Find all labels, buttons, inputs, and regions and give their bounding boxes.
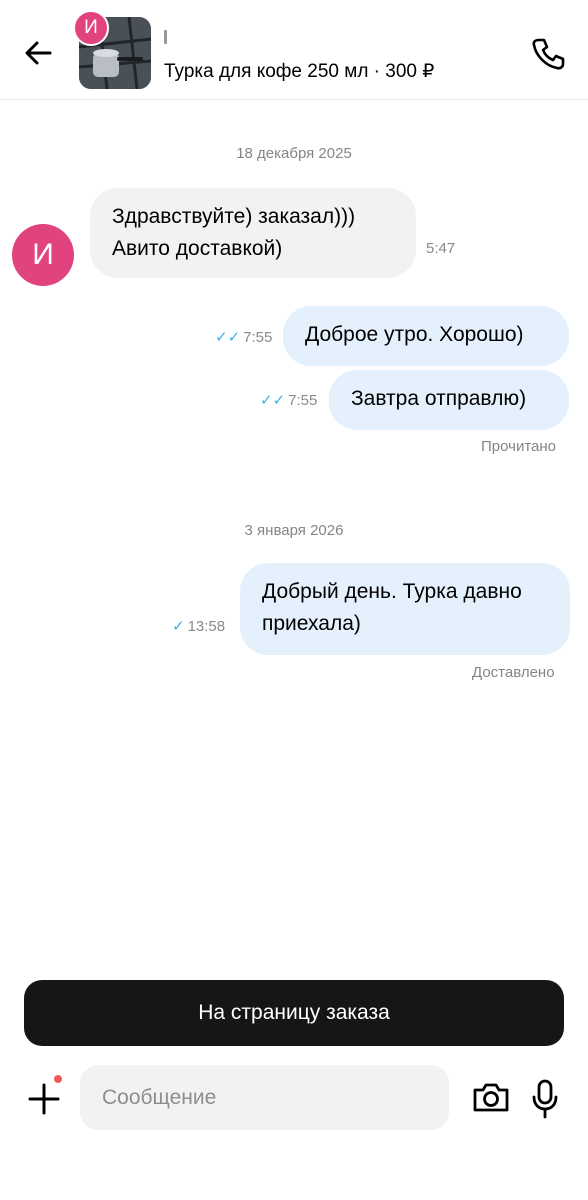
time-label: 5:47 — [426, 240, 456, 257]
read-checks-icon: ✓✓ — [260, 392, 286, 409]
message-meta: ✓✓ 7:55 — [260, 391, 318, 410]
composer-area: На страницу заказа — [0, 955, 588, 1200]
message-text: приехала) — [262, 612, 361, 635]
message-incoming[interactable]: Здравствуйте) заказал))) Авито доставкой… — [90, 188, 416, 278]
message-time: 5:47 — [426, 240, 455, 257]
plus-icon — [28, 1083, 60, 1115]
microphone-icon — [532, 1079, 558, 1119]
product-title[interactable]: Турка для кофе 250 мл · 300 ₽ — [164, 60, 434, 83]
read-status: Прочитано — [481, 438, 556, 455]
seller-name-placeholder — [164, 30, 167, 44]
attach-button[interactable] — [24, 1079, 64, 1119]
chat-area[interactable]: 18 декабря 2025 И Здравствуйте) заказал)… — [0, 100, 588, 955]
message-text: Добрый день. Турка давно — [262, 580, 522, 603]
message-text: Доброе утро. Хорошо) — [305, 323, 524, 346]
time-label: 7:55 — [243, 328, 273, 346]
chat-header: И Турка для кофе 250 мл · 300 ₽ — [0, 0, 588, 100]
call-button[interactable] — [530, 36, 566, 72]
order-page-button[interactable]: На страницу заказа — [24, 980, 564, 1046]
message-text: Завтра отправлю) — [351, 387, 527, 410]
phone-icon — [532, 38, 565, 70]
seller-avatar-small: И — [73, 10, 109, 46]
message-outgoing[interactable]: Доброе утро. Хорошо) — [283, 306, 569, 366]
message-meta: ✓✓ 7:55 — [215, 328, 273, 347]
date-separator: 3 января 2026 — [244, 522, 344, 539]
arrow-left-icon — [25, 41, 52, 65]
back-button[interactable] — [22, 36, 56, 70]
date-separator: 18 декабря 2025 — [236, 145, 352, 162]
message-meta: ✓ 13:58 — [172, 617, 226, 636]
time-label: 13:58 — [187, 617, 226, 635]
delivered-status: Доставлено — [472, 664, 555, 681]
camera-icon — [473, 1083, 509, 1112]
notification-dot — [52, 1073, 64, 1085]
camera-button[interactable] — [471, 1079, 511, 1115]
message-input[interactable] — [80, 1065, 449, 1130]
sent-check-icon: ✓ — [172, 618, 185, 635]
message-text: Здравствуйте) заказал))) — [112, 205, 356, 228]
read-checks-icon: ✓✓ — [215, 329, 241, 346]
microphone-button[interactable] — [530, 1077, 560, 1121]
message-text: Авито доставкой) — [112, 237, 283, 260]
message-outgoing[interactable]: Завтра отправлю) — [329, 370, 569, 430]
message-outgoing[interactable]: Добрый день. Турка давно приехала) — [240, 563, 570, 655]
seller-avatar[interactable]: И — [12, 224, 74, 286]
time-label: 7:55 — [288, 391, 318, 409]
